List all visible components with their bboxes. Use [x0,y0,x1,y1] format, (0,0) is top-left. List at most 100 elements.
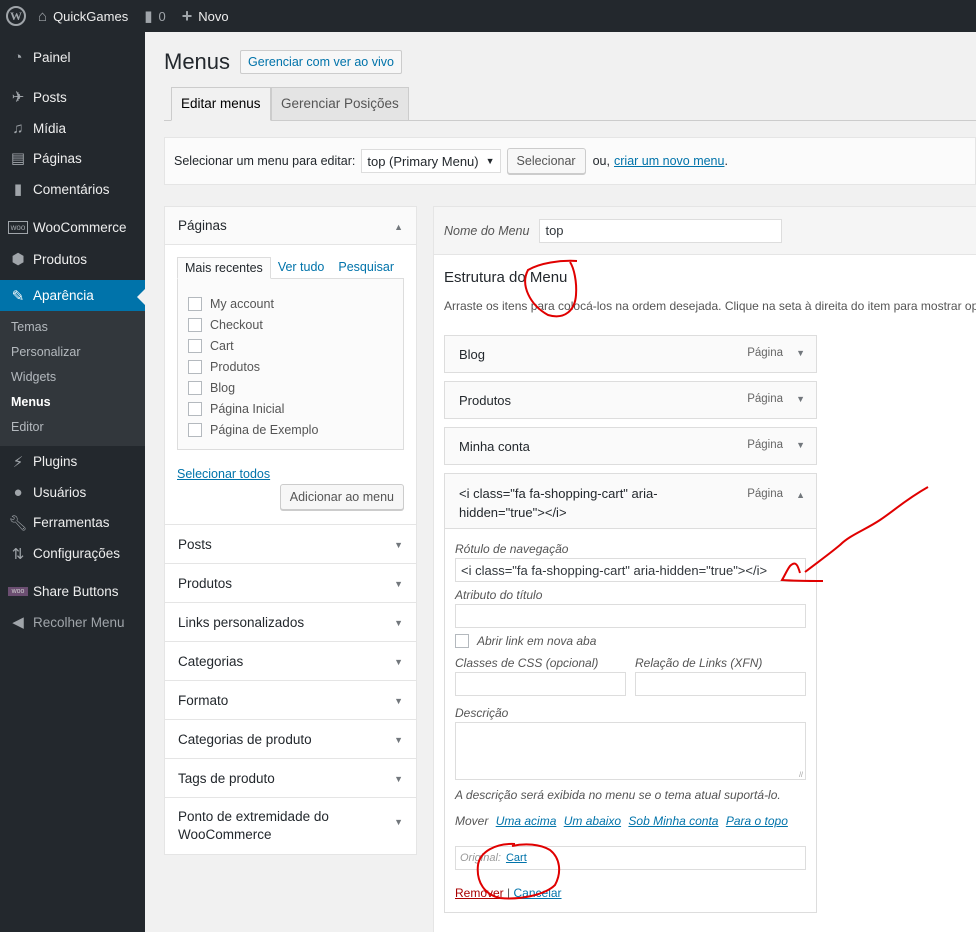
collapse-menu-button[interactable]: ◀ Recolher Menu [0,607,145,637]
collapse-arrow-up-icon[interactable]: ▲ [394,222,403,232]
page-option[interactable]: Produtos [188,356,393,377]
products-box[interactable]: Produtos ▼ [164,564,417,603]
sidebar-item-label: Share Buttons [33,583,119,599]
wordpress-logo-button[interactable]: W [0,0,30,32]
expand-arrow-icon[interactable]: ▼ [796,394,805,404]
description-textarea[interactable] [455,722,806,780]
menu-item-blog[interactable]: Blog Página ▼ [444,335,817,373]
menu-item-type: Página [747,488,783,500]
expand-arrow-icon[interactable]: ▼ [394,540,403,550]
checkbox[interactable] [188,317,202,332]
menu-items-list: Blog Página ▼ Produtos Página ▼ Minha co… [444,335,817,913]
select-all-link[interactable]: Selecionar todos [177,467,404,481]
sidebar-item-produtos[interactable]: ⬢ Produtos [0,244,145,274]
sidebar-item-comentarios[interactable]: ▮ Comentários [0,174,145,204]
box-title: Ponto de extremidade do WooCommerce [178,809,329,842]
expand-arrow-icon[interactable]: ▼ [796,440,805,450]
menu-item-cart[interactable]: <i class="fa fa-shopping-cart" aria-hidd… [444,473,817,529]
menu-item-type: Página [747,393,783,405]
submenu-editor[interactable]: Editor [0,415,145,440]
pages-subtabs: Mais recentes Ver tudo Pesquisar [177,257,404,279]
page-option[interactable]: Página Inicial [188,398,393,419]
select-menu-button[interactable]: Selecionar [506,148,586,174]
cancel-link[interactable]: Cancelar [514,886,562,900]
sidebar-item-painel[interactable]: ◔ Painel [0,40,145,74]
product-categories-box[interactable]: Categorias de produto ▼ [164,720,417,759]
page-option[interactable]: Blog [188,377,393,398]
posts-box[interactable]: Posts ▼ [164,525,417,564]
xfn-input[interactable] [635,672,806,696]
expand-arrow-icon[interactable]: ▼ [394,657,403,667]
item-actions: Remover | Cancelar [455,886,806,900]
expand-arrow-icon[interactable]: ▼ [796,348,805,358]
new-content-link[interactable]: + Novo [174,0,237,32]
manage-live-preview-button[interactable]: Gerenciar com ver ao vivo [240,50,402,74]
open-new-tab-checkbox[interactable] [455,634,469,648]
collapse-arrow-up-icon[interactable]: ▲ [796,486,805,505]
sidebar-item-configuracoes[interactable]: ⇅ Configurações [0,538,145,569]
checkbox[interactable] [188,401,202,416]
add-to-menu-button[interactable]: Adicionar ao menu [279,484,404,510]
comments-link[interactable]: ▮ 0 [136,0,174,32]
remove-link[interactable]: Remover [455,886,504,900]
tab-manage-locations[interactable]: Gerenciar Posições [271,87,409,121]
product-tags-box[interactable]: Tags de produto ▼ [164,759,417,798]
page-option[interactable]: Cart [188,335,393,356]
submenu-menus[interactable]: Menus [0,390,145,415]
css-classes-input[interactable] [455,672,626,696]
subtab-most-recent[interactable]: Mais recentes [177,257,271,279]
page-option[interactable]: Checkout [188,314,393,335]
expand-arrow-icon[interactable]: ▼ [394,735,403,745]
menu-item-minha-conta[interactable]: Minha conta Página ▼ [444,427,817,465]
open-new-tab-option[interactable]: Abrir link em nova aba [455,634,806,648]
page-option[interactable]: Página de Exemplo [188,419,393,440]
sidebar-item-share-buttons[interactable]: woo Share Buttons [0,575,145,607]
move-up-link[interactable]: Uma acima [496,814,557,828]
checkbox[interactable] [188,296,202,311]
custom-links-box[interactable]: Links personalizados ▼ [164,603,417,642]
sidebar-item-ferramentas[interactable]: 🔧︎ Ferramentas [0,507,145,538]
sidebar-item-woocommerce[interactable]: woo WooCommerce [0,210,145,244]
submenu-temas[interactable]: Temas [0,315,145,340]
create-new-menu-link[interactable]: criar um novo menu [614,154,724,168]
expand-arrow-icon[interactable]: ▼ [394,774,403,784]
site-name-link[interactable]: ⌂ QuickGames [30,0,136,32]
format-box[interactable]: Formato ▼ [164,681,417,720]
expand-arrow-icon[interactable]: ▼ [394,813,403,831]
expand-arrow-icon[interactable]: ▼ [394,696,403,706]
expand-arrow-icon[interactable]: ▼ [394,618,403,628]
submenu-personalizar[interactable]: Personalizar [0,340,145,365]
move-top-link[interactable]: Para o topo [726,814,788,828]
tab-edit-menus[interactable]: Editar menus [171,87,271,121]
page-option-label: My account [210,296,274,311]
move-under-link[interactable]: Sob Minha conta [628,814,718,828]
checkbox[interactable] [188,338,202,353]
woocommerce-endpoints-box[interactable]: Ponto de extremidade do WooCommerce ▼ [164,798,417,855]
categories-box[interactable]: Categorias ▼ [164,642,417,681]
sidebar-item-posts[interactable]: ✈ Posts [0,80,145,114]
admin-sidebar: ◔ Painel ✈ Posts ♫ Mídia ▤ Páginas ▮ Comentár… [0,32,145,932]
move-down-link[interactable]: Um abaixo [564,814,621,828]
nav-label-input[interactable]: <i class="fa fa-shopping-cart" aria-hidd… [455,558,806,582]
move-links: Mover Uma acima Um abaixo Sob Minha cont… [455,814,806,828]
menu-select-dropdown[interactable]: top (Primary Menu) ▼ [361,149,501,173]
submenu-widgets[interactable]: Widgets [0,365,145,390]
sidebar-item-usuarios[interactable]: ● Usuários [0,477,145,507]
original-link[interactable]: Cart [506,852,527,864]
subtab-view-all[interactable]: Ver tudo [271,257,332,279]
title-attribute-input[interactable] [455,604,806,628]
period: . [724,154,728,168]
checkbox[interactable] [188,422,202,437]
checkbox[interactable] [188,359,202,374]
sidebar-item-aparencia[interactable]: ✎ Aparência [0,280,145,311]
subtab-search[interactable]: Pesquisar [331,257,401,279]
sidebar-item-paginas[interactable]: ▤ Páginas [0,142,145,174]
sidebar-item-plugins[interactable]: ⚡ Plugins [0,446,145,477]
menu-name-input[interactable]: top [539,218,783,243]
menu-item-produtos[interactable]: Produtos Página ▼ [444,381,817,419]
checkbox[interactable] [188,380,202,395]
sidebar-item-midia[interactable]: ♫ Mídia [0,114,145,142]
page-option[interactable]: My account [188,293,393,314]
pages-box-header[interactable]: Páginas ▲ [165,207,416,245]
expand-arrow-icon[interactable]: ▼ [394,579,403,589]
